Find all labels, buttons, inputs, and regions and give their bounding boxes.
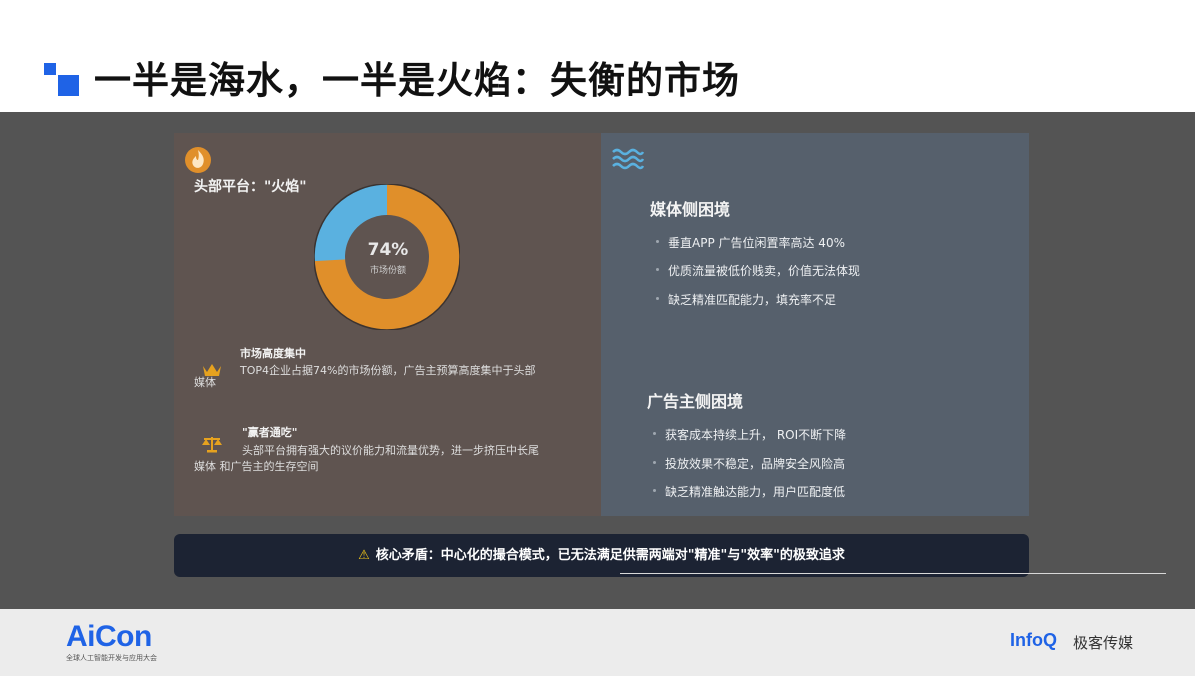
point-text-winner: 头部平台拥有强大的议价能力和流量优势，进一步挤压中长尾: [242, 444, 539, 457]
bullet: [653, 432, 656, 435]
bullet: [656, 297, 659, 300]
flame-panel-title: 头部平台："火焰": [194, 179, 307, 195]
advertiser-item-3: 缺乏精准触达能力，用户匹配度低: [665, 485, 846, 499]
logo-square-large: [58, 75, 79, 96]
balance-scale-icon: [202, 437, 222, 453]
bullet: [653, 461, 656, 464]
point-text-winner-cont: 媒体 和广告主的生存空间: [194, 460, 319, 473]
infoq-logo: InfoQ: [1010, 630, 1057, 650]
advertiser-side-heading: 广告主侧困境: [647, 392, 744, 411]
point-text-concentration: TOP4企业占据74%的市场份额，广告主预算高度集中于头部: [240, 364, 536, 377]
water-waves-icon: [612, 148, 645, 170]
donut-percent: 74%: [367, 240, 409, 260]
point-text-concentration-cont: 媒体: [194, 376, 216, 389]
point-heading-winner: "赢者通吃": [242, 426, 298, 439]
bullet: [656, 268, 659, 271]
core-conflict-banner: ⚠ 核心矛盾：中心化的撮合模式，已无法满足供需两端对"精准"与"效率"的极致追求: [174, 534, 1029, 577]
divider-line: [620, 573, 1166, 574]
banner-text: 核心矛盾：中心化的撮合模式，已无法满足供需两端对"精准"与"效率"的极致追求: [375, 548, 845, 563]
slide-footer: AiCon 全球人工智能开发与应用大会 InfoQ 极客传媒: [0, 609, 1195, 676]
media-side-heading: 媒体侧困境: [650, 200, 731, 219]
infoq-chinese-name: 极客传媒: [1073, 634, 1134, 652]
point-heading-concentration: 市场高度集中: [240, 347, 306, 360]
donut-label: 市场份额: [369, 266, 406, 276]
bullet: [656, 240, 659, 243]
page-title: 一半是海水，一半是火焰：失衡的市场: [94, 59, 740, 102]
logo-square-small: [44, 63, 56, 75]
media-item-3: 缺乏精准匹配能力，填充率不足: [668, 293, 837, 307]
aicon-logo: AiCon: [66, 620, 152, 653]
aicon-subtitle: 全球人工智能开发与应用大会: [66, 654, 157, 662]
warning-icon: ⚠: [358, 548, 370, 563]
flame-icon: [185, 147, 211, 173]
bullet: [653, 489, 656, 492]
advertiser-item-1: 获客成本持续上升， ROI不断下降: [665, 428, 847, 442]
advertiser-item-2: 投放效果不稳定，品牌安全风险高: [665, 457, 846, 471]
media-item-1: 垂直APP 广告位闲置率高达 40%: [668, 236, 845, 250]
media-item-2: 优质流量被低价贱卖，价值无法体现: [668, 264, 861, 278]
slide-header: 一半是海水，一半是火焰：失衡的市场: [0, 0, 1195, 112]
